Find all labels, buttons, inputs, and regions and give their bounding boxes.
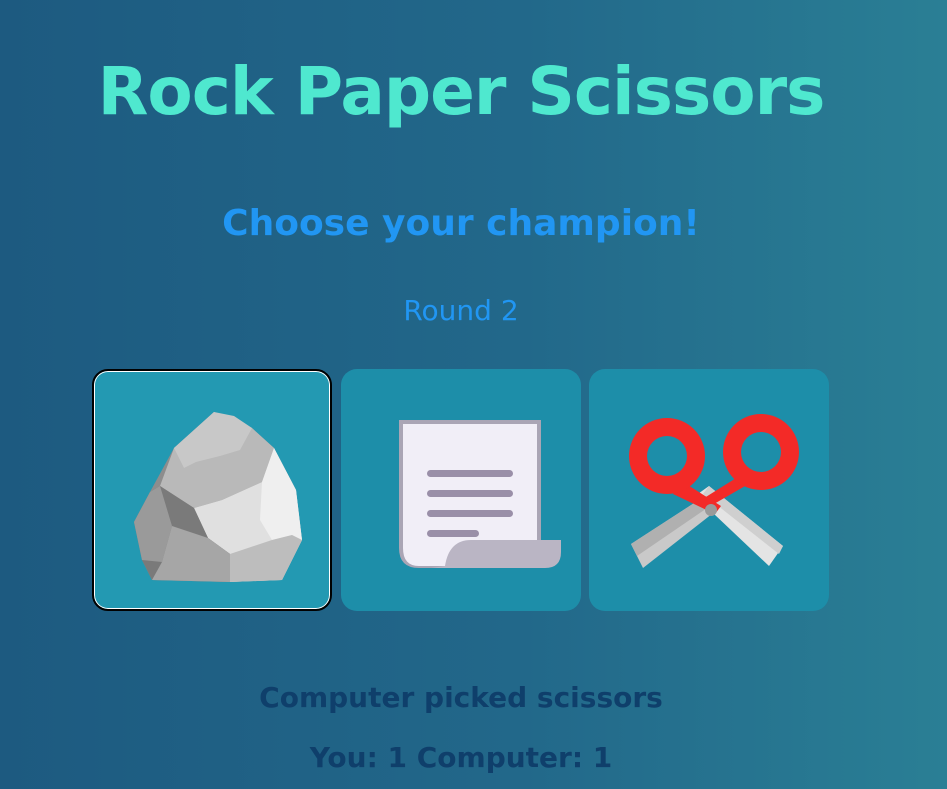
choice-row <box>92 369 832 612</box>
rock-icon <box>134 412 302 582</box>
computer-choice-message: Computer picked scissors <box>259 681 663 714</box>
rock-choice-button[interactable] <box>92 369 332 611</box>
scissors-choice-button[interactable] <box>589 369 829 611</box>
round-label: Round 2 <box>403 294 519 327</box>
choose-prompt: Choose your champion! <box>222 203 700 244</box>
paper-choice-button[interactable] <box>341 369 581 611</box>
paper-scroll-icon <box>399 420 561 568</box>
scissors-icon <box>629 414 799 568</box>
game-title: Rock Paper Scissors <box>97 53 826 130</box>
score-display: You: 1 Computer: 1 <box>309 741 613 774</box>
